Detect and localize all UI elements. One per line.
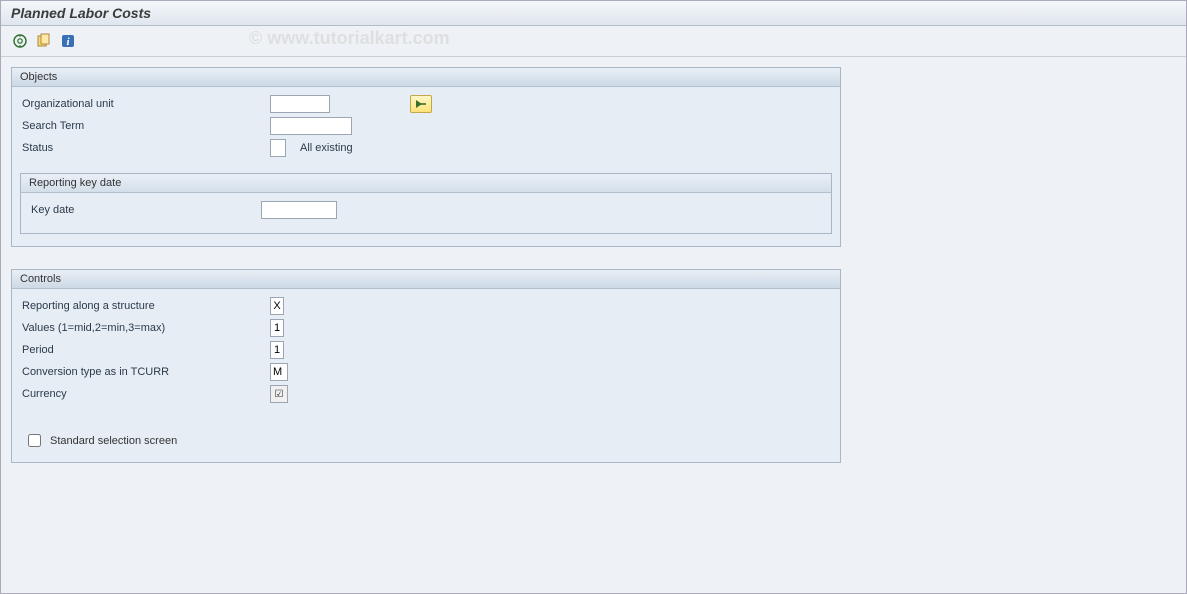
- input-search-term[interactable]: [270, 117, 352, 135]
- subgroup-title-key-date: Reporting key date: [21, 174, 831, 193]
- label-std-selection: Standard selection screen: [50, 435, 177, 447]
- label-period: Period: [20, 344, 270, 356]
- watermark-text: © www.tutorialkart.com: [249, 28, 450, 49]
- group-controls-title: Controls: [12, 270, 840, 289]
- variant-icon[interactable]: [35, 32, 53, 50]
- row-period: Period: [20, 339, 832, 361]
- label-conversion: Conversion type as in TCURR: [20, 366, 270, 378]
- label-org-unit: Organizational unit: [20, 98, 270, 110]
- input-conversion[interactable]: [270, 363, 288, 381]
- row-search-term: Search Term: [20, 115, 832, 137]
- label-status: Status: [20, 142, 270, 154]
- title-bar: Planned Labor Costs: [1, 1, 1186, 26]
- group-objects: Objects Organizational unit Search Term …: [11, 67, 841, 247]
- input-key-date[interactable]: [261, 201, 337, 219]
- status-text: All existing: [300, 142, 353, 154]
- row-org-unit: Organizational unit: [20, 93, 832, 115]
- content-area: Objects Organizational unit Search Term …: [1, 57, 1186, 495]
- input-period[interactable]: [270, 341, 284, 359]
- checkbox-std-selection[interactable]: [28, 434, 41, 447]
- row-currency: Currency ☑: [20, 383, 832, 405]
- toolbar: i © www.tutorialkart.com: [1, 26, 1186, 57]
- page-title: Planned Labor Costs: [11, 5, 151, 21]
- row-status: Status All existing: [20, 137, 832, 159]
- subgroup-reporting-key-date: Reporting key date Key date: [20, 173, 832, 234]
- input-org-unit[interactable]: [270, 95, 330, 113]
- currency-checkbox[interactable]: ☑: [270, 385, 288, 403]
- row-key-date: Key date: [29, 199, 823, 221]
- row-conversion: Conversion type as in TCURR: [20, 361, 832, 383]
- info-icon[interactable]: i: [59, 32, 77, 50]
- group-objects-title: Objects: [12, 68, 840, 87]
- row-std-selection: Standard selection screen: [20, 431, 832, 450]
- label-values: Values (1=mid,2=min,3=max): [20, 322, 270, 334]
- row-reporting-structure: Reporting along a structure: [20, 295, 832, 317]
- row-values: Values (1=mid,2=min,3=max): [20, 317, 832, 339]
- app-window: Planned Labor Costs i © www.tutorialkart…: [0, 0, 1187, 594]
- label-currency: Currency: [20, 388, 270, 400]
- input-status[interactable]: [270, 139, 286, 157]
- input-reporting-structure[interactable]: [270, 297, 284, 315]
- label-reporting-structure: Reporting along a structure: [20, 300, 270, 312]
- multiple-selection-button[interactable]: [410, 95, 432, 113]
- label-key-date: Key date: [29, 204, 261, 216]
- label-search-term: Search Term: [20, 120, 270, 132]
- execute-icon[interactable]: [11, 32, 29, 50]
- group-controls: Controls Reporting along a structure Val…: [11, 269, 841, 463]
- input-values[interactable]: [270, 319, 284, 337]
